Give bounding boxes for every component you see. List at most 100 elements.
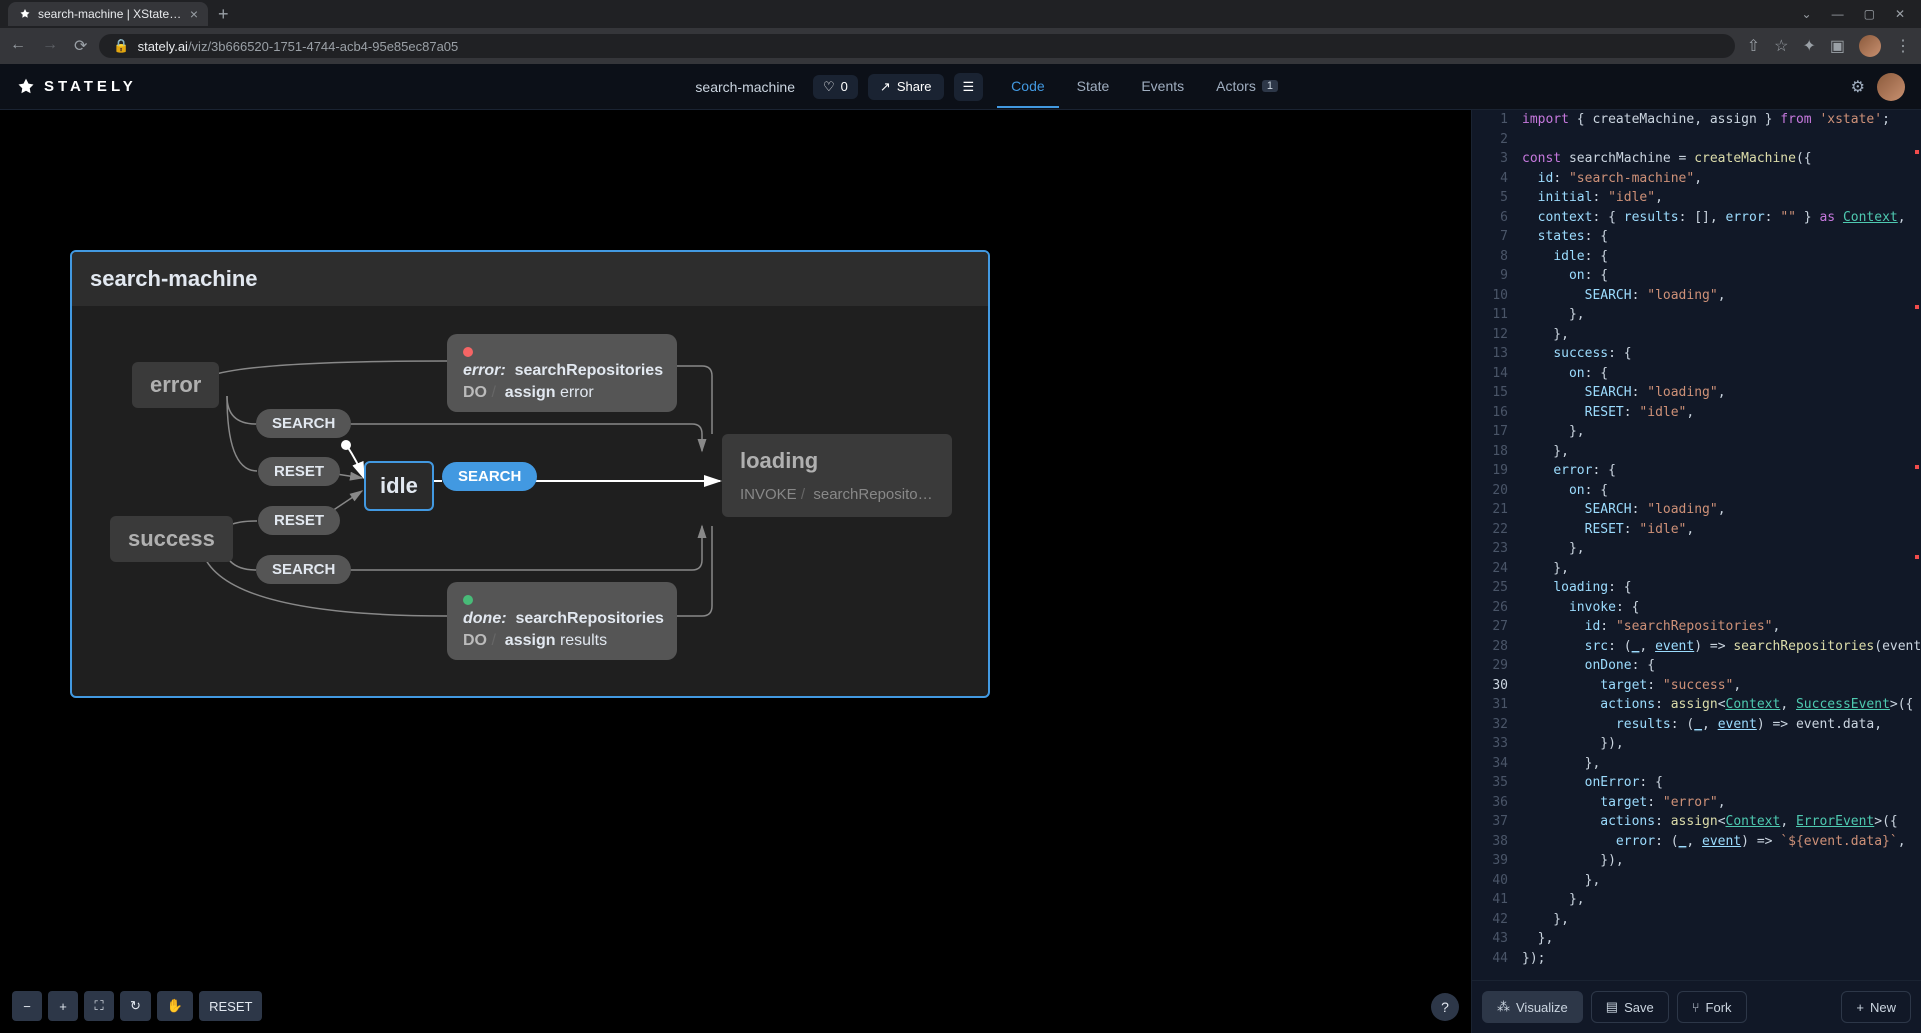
line-content[interactable]: states: { [1522, 227, 1608, 247]
code-line[interactable]: 33 }), [1472, 734, 1921, 754]
code-line[interactable]: 20 on: { [1472, 481, 1921, 501]
zoom-in-button[interactable]: + [48, 991, 78, 1021]
line-content[interactable]: }, [1522, 325, 1569, 345]
line-content[interactable]: invoke: { [1522, 598, 1639, 618]
tab-close-icon[interactable]: × [190, 6, 198, 22]
code-line[interactable]: 8 idle: { [1472, 247, 1921, 267]
line-content[interactable]: }, [1522, 539, 1585, 559]
kebab-menu-icon[interactable]: ⋮ [1895, 36, 1911, 56]
event-reset-error[interactable]: RESET [258, 457, 340, 486]
code-line[interactable]: 25 loading: { [1472, 578, 1921, 598]
line-content[interactable]: error: (_, event) => `${event.data}`, [1522, 832, 1906, 852]
code-line[interactable]: 13 success: { [1472, 344, 1921, 364]
line-content[interactable]: const searchMachine = createMachine({ [1522, 149, 1812, 169]
code-line[interactable]: 6 context: { results: [], error: "" } as… [1472, 208, 1921, 228]
line-content[interactable]: onError: { [1522, 773, 1663, 793]
new-button[interactable]: + New [1841, 991, 1911, 1023]
code-line[interactable]: 34 }, [1472, 754, 1921, 774]
gear-icon[interactable]: ⚙ [1851, 77, 1865, 97]
code-line[interactable]: 29 onDone: { [1472, 656, 1921, 676]
window-maximize-icon[interactable]: ▢ [1864, 7, 1875, 21]
code-editor[interactable]: 1import { createMachine, assign } from '… [1472, 110, 1921, 980]
event-search-error[interactable]: SEARCH [256, 409, 351, 438]
code-line[interactable]: 9 on: { [1472, 266, 1921, 286]
line-content[interactable]: target: "success", [1522, 676, 1741, 696]
code-line[interactable]: 19 error: { [1472, 461, 1921, 481]
line-content[interactable]: }), [1522, 851, 1624, 871]
code-line[interactable]: 23 }, [1472, 539, 1921, 559]
window-close-icon[interactable]: ✕ [1895, 7, 1905, 21]
code-line[interactable]: 2 [1472, 130, 1921, 150]
fit-button[interactable]: ⛶ [84, 991, 114, 1021]
code-line[interactable]: 42 }, [1472, 910, 1921, 930]
code-line[interactable]: 10 SEARCH: "loading", [1472, 286, 1921, 306]
line-content[interactable]: success: { [1522, 344, 1632, 364]
line-content[interactable]: results: (_, event) => event.data, [1522, 715, 1882, 735]
event-search-idle[interactable]: SEARCH [442, 462, 537, 491]
code-line[interactable]: 32 results: (_, event) => event.data, [1472, 715, 1921, 735]
canvas[interactable]: search-machine [0, 110, 1471, 1033]
code-line[interactable]: 38 error: (_, event) => `${event.data}`, [1472, 832, 1921, 852]
line-content[interactable]: actions: assign<Context, SuccessEvent>({ [1522, 695, 1913, 715]
window-minimize-icon[interactable]: — [1832, 7, 1844, 21]
line-content[interactable]: onDone: { [1522, 656, 1655, 676]
chevron-down-icon[interactable]: ⌄ [1802, 7, 1812, 21]
line-content[interactable]: target: "error", [1522, 793, 1726, 813]
state-idle[interactable]: idle [364, 461, 434, 511]
save-button[interactable]: ▤ Save [1591, 991, 1669, 1023]
panel-icon[interactable]: ▣ [1830, 36, 1845, 56]
event-search-success[interactable]: SEARCH [256, 555, 351, 584]
code-line[interactable]: 11 }, [1472, 305, 1921, 325]
code-line[interactable]: 15 SEARCH: "loading", [1472, 383, 1921, 403]
code-line[interactable]: 22 RESET: "idle", [1472, 520, 1921, 540]
code-line[interactable]: 39 }), [1472, 851, 1921, 871]
code-line[interactable]: 40 }, [1472, 871, 1921, 891]
address-bar[interactable]: 🔒 stately.ai/viz/3b666520-1751-4744-acb4… [99, 34, 1734, 58]
code-line[interactable]: 14 on: { [1472, 364, 1921, 384]
code-line[interactable]: 27 id: "searchRepositories", [1472, 617, 1921, 637]
code-line[interactable]: 35 onError: { [1472, 773, 1921, 793]
code-line[interactable]: 4 id: "search-machine", [1472, 169, 1921, 189]
visualize-button[interactable]: ⁂ Visualize [1482, 991, 1583, 1023]
line-content[interactable]: }, [1522, 754, 1600, 774]
line-content[interactable]: SEARCH: "loading", [1522, 500, 1726, 520]
new-tab-button[interactable]: + [218, 4, 229, 25]
line-content[interactable]: id: "searchRepositories", [1522, 617, 1780, 637]
user-avatar[interactable] [1877, 73, 1905, 101]
code-line[interactable]: 5 initial: "idle", [1472, 188, 1921, 208]
line-content[interactable]: src: (_, event) => searchRepositories(ev… [1522, 637, 1921, 657]
event-reset-success[interactable]: RESET [258, 506, 340, 535]
line-content[interactable]: }, [1522, 559, 1569, 579]
line-content[interactable]: SEARCH: "loading", [1522, 383, 1726, 403]
line-content[interactable]: }, [1522, 929, 1553, 949]
line-content[interactable]: context: { results: [], error: "" } as C… [1522, 208, 1906, 228]
code-line[interactable]: 1import { createMachine, assign } from '… [1472, 110, 1921, 130]
reload-icon[interactable]: ⟳ [74, 36, 87, 56]
line-content[interactable]: }, [1522, 442, 1569, 462]
code-line[interactable]: 37 actions: assign<Context, ErrorEvent>(… [1472, 812, 1921, 832]
extensions-icon[interactable]: ✦ [1802, 36, 1815, 56]
line-content[interactable]: }, [1522, 871, 1600, 891]
code-line[interactable]: 26 invoke: { [1472, 598, 1921, 618]
state-loading[interactable]: loading INVOKE / searchRepositori... [722, 434, 952, 517]
code-line[interactable]: 36 target: "error", [1472, 793, 1921, 813]
line-content[interactable]: SEARCH: "loading", [1522, 286, 1726, 306]
state-error[interactable]: error [132, 362, 219, 408]
fork-button[interactable]: ⑂ Fork [1677, 991, 1747, 1023]
help-button[interactable]: ? [1431, 993, 1459, 1021]
line-content[interactable]: }, [1522, 305, 1585, 325]
refresh-button[interactable]: ↻ [120, 991, 151, 1021]
code-line[interactable]: 43 }, [1472, 929, 1921, 949]
tab-code[interactable]: Code [997, 66, 1058, 108]
line-content[interactable]: error: { [1522, 461, 1616, 481]
forward-icon[interactable]: → [42, 36, 58, 56]
line-content[interactable]: on: { [1522, 364, 1608, 384]
line-content[interactable]: }, [1522, 422, 1585, 442]
hand-button[interactable]: ✋ [157, 991, 193, 1021]
profile-avatar[interactable] [1859, 35, 1881, 57]
code-line[interactable]: 16 RESET: "idle", [1472, 403, 1921, 423]
tab-state[interactable]: State [1063, 66, 1124, 108]
line-content[interactable]: RESET: "idle", [1522, 403, 1694, 423]
code-line[interactable]: 3const searchMachine = createMachine({ [1472, 149, 1921, 169]
code-line[interactable]: 28 src: (_, event) => searchRepositories… [1472, 637, 1921, 657]
